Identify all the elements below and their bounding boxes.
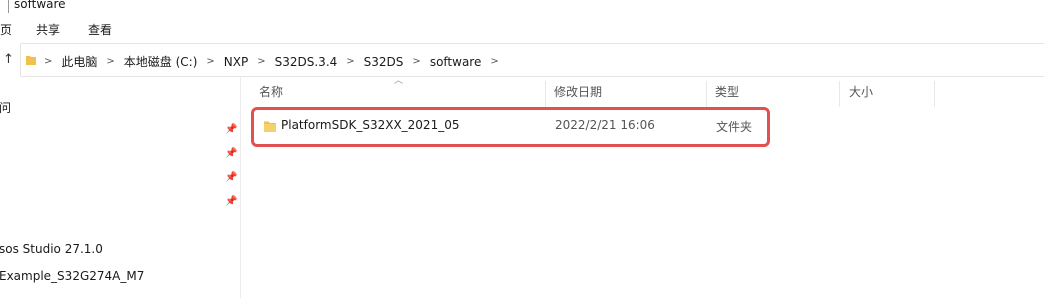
pin-icon[interactable]: 📌 <box>225 196 237 207</box>
crumb-s32ds[interactable]: S32DS <box>364 55 404 69</box>
chevron-right-icon[interactable]: > <box>97 56 123 67</box>
ribbon-tab-page[interactable]: 页 <box>0 21 12 38</box>
nav-item-studio[interactable]: sos Studio 27.1.0 <box>0 242 103 256</box>
crumb-local-disk[interactable]: 本地磁盘 (C:) <box>124 53 198 70</box>
column-divider[interactable] <box>839 81 840 107</box>
column-type[interactable]: 类型 <box>715 83 739 100</box>
pin-icon[interactable]: 📌 <box>225 172 237 183</box>
chevron-right-icon[interactable]: > <box>403 56 429 67</box>
folder-icon <box>26 56 36 65</box>
pin-icon[interactable]: 📌 <box>225 148 237 159</box>
table-row[interactable]: PlatformSDK_S32XX_2021_05 2022/2/21 16:0… <box>251 107 770 147</box>
crumb-s32ds-3-4[interactable]: S32DS.3.4 <box>275 55 338 69</box>
chevron-right-icon[interactable]: > <box>44 56 61 67</box>
ribbon-tab-share[interactable]: 共享 <box>36 21 60 38</box>
nav-quick-access[interactable]: 问 <box>0 99 11 116</box>
column-divider[interactable] <box>934 81 935 107</box>
column-headers: 名称 修改日期 类型 大小 <box>242 81 1044 107</box>
chevron-right-icon[interactable]: > <box>248 56 274 67</box>
nav-item-example[interactable]: Example_S32G274A_M7 <box>0 269 144 283</box>
breadcrumb: > 此电脑 > 本地磁盘 (C:) > NXP > S32DS.3.4 > S3… <box>44 53 508 70</box>
crumb-nxp[interactable]: NXP <box>224 55 248 69</box>
column-divider[interactable] <box>545 81 546 107</box>
title-divider <box>8 0 9 13</box>
column-modified[interactable]: 修改日期 <box>554 83 602 100</box>
navigation-pane: 问 📌 📌 📌 📌 sos Studio 27.1.0 Example_S32G… <box>0 77 241 298</box>
file-modified: 2022/2/21 16:06 <box>555 118 655 132</box>
column-name[interactable]: 名称 <box>259 83 283 100</box>
crumb-software[interactable]: software <box>430 55 482 69</box>
pin-icon[interactable]: 📌 <box>225 124 237 135</box>
window-title: software <box>14 0 66 11</box>
file-list: ︿ 名称 修改日期 类型 大小 PlatformSDK_S32XX_2021_0… <box>242 76 1044 298</box>
chevron-right-icon[interactable]: > <box>197 56 223 67</box>
crumb-this-pc[interactable]: 此电脑 <box>61 53 97 70</box>
folder-icon <box>264 121 276 132</box>
title-bar: software <box>0 0 1044 14</box>
column-size[interactable]: 大小 <box>849 83 873 100</box>
up-arrow-icon[interactable]: ↑ <box>3 52 14 67</box>
address-bar: ↑ > 此电脑 > 本地磁盘 (C:) > NXP > S32DS.3.4 > … <box>0 43 1044 77</box>
chevron-right-icon[interactable]: > <box>481 56 507 67</box>
ribbon-tab-view[interactable]: 查看 <box>88 21 112 38</box>
file-name[interactable]: PlatformSDK_S32XX_2021_05 <box>281 118 459 132</box>
chevron-right-icon[interactable]: > <box>337 56 363 67</box>
column-divider[interactable] <box>706 81 707 107</box>
file-type: 文件夹 <box>716 120 753 134</box>
